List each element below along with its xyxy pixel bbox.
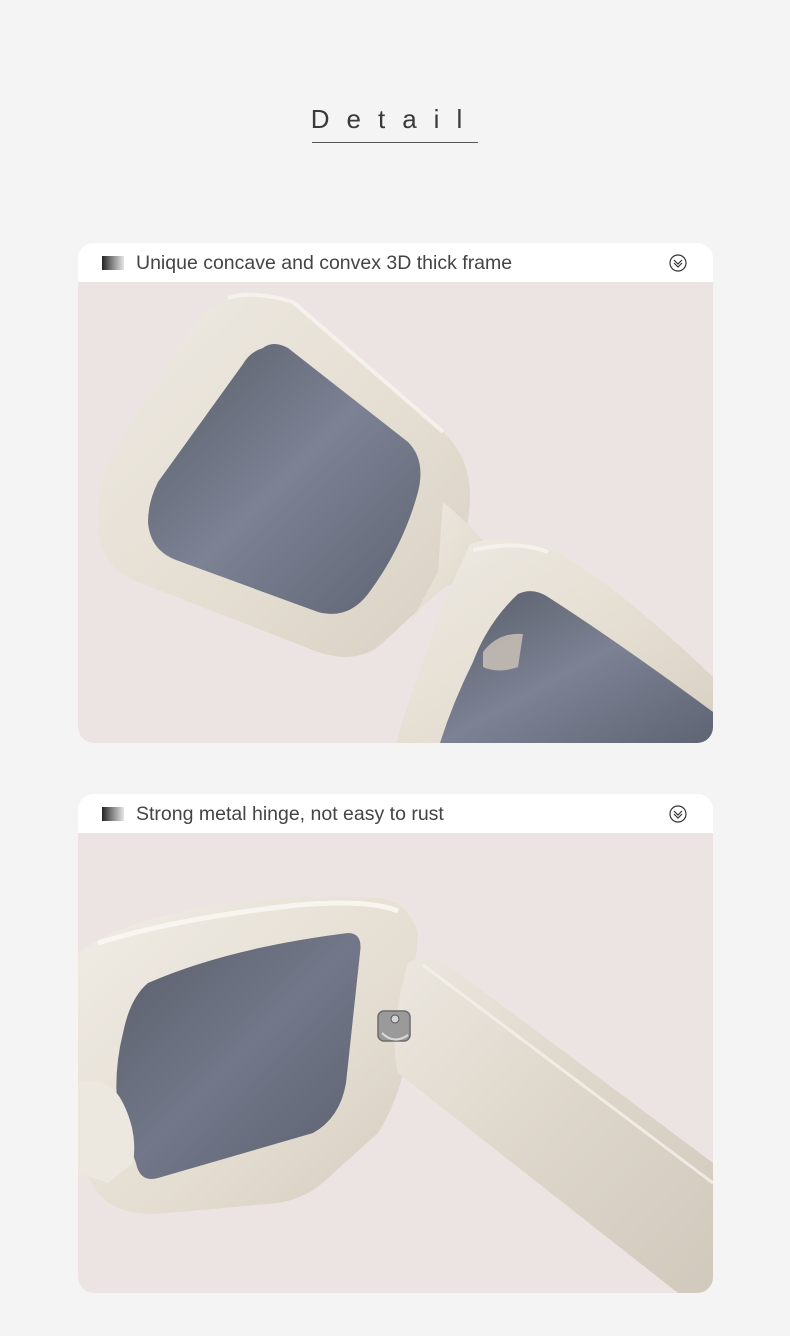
page-title: Detail [310,104,480,134]
detail-card-hinge: Strong metal hinge, not easy to rust [78,794,713,1293]
product-photo-hinge [78,833,713,1293]
gradient-bullet-icon [102,807,124,821]
card-header[interactable]: Strong metal hinge, not easy to rust [78,794,713,833]
chevron-down-circle-icon[interactable] [669,805,687,823]
product-photo-frame [78,282,713,743]
card-label: Strong metal hinge, not easy to rust [136,803,444,825]
gradient-bullet-icon [102,256,124,270]
card-label: Unique concave and convex 3D thick frame [136,252,513,274]
chevron-down-circle-icon[interactable] [669,254,687,272]
title-underline [312,142,478,143]
card-header[interactable]: Unique concave and convex 3D thick frame [78,243,713,282]
detail-card-frame: Unique concave and convex 3D thick frame [78,243,713,743]
